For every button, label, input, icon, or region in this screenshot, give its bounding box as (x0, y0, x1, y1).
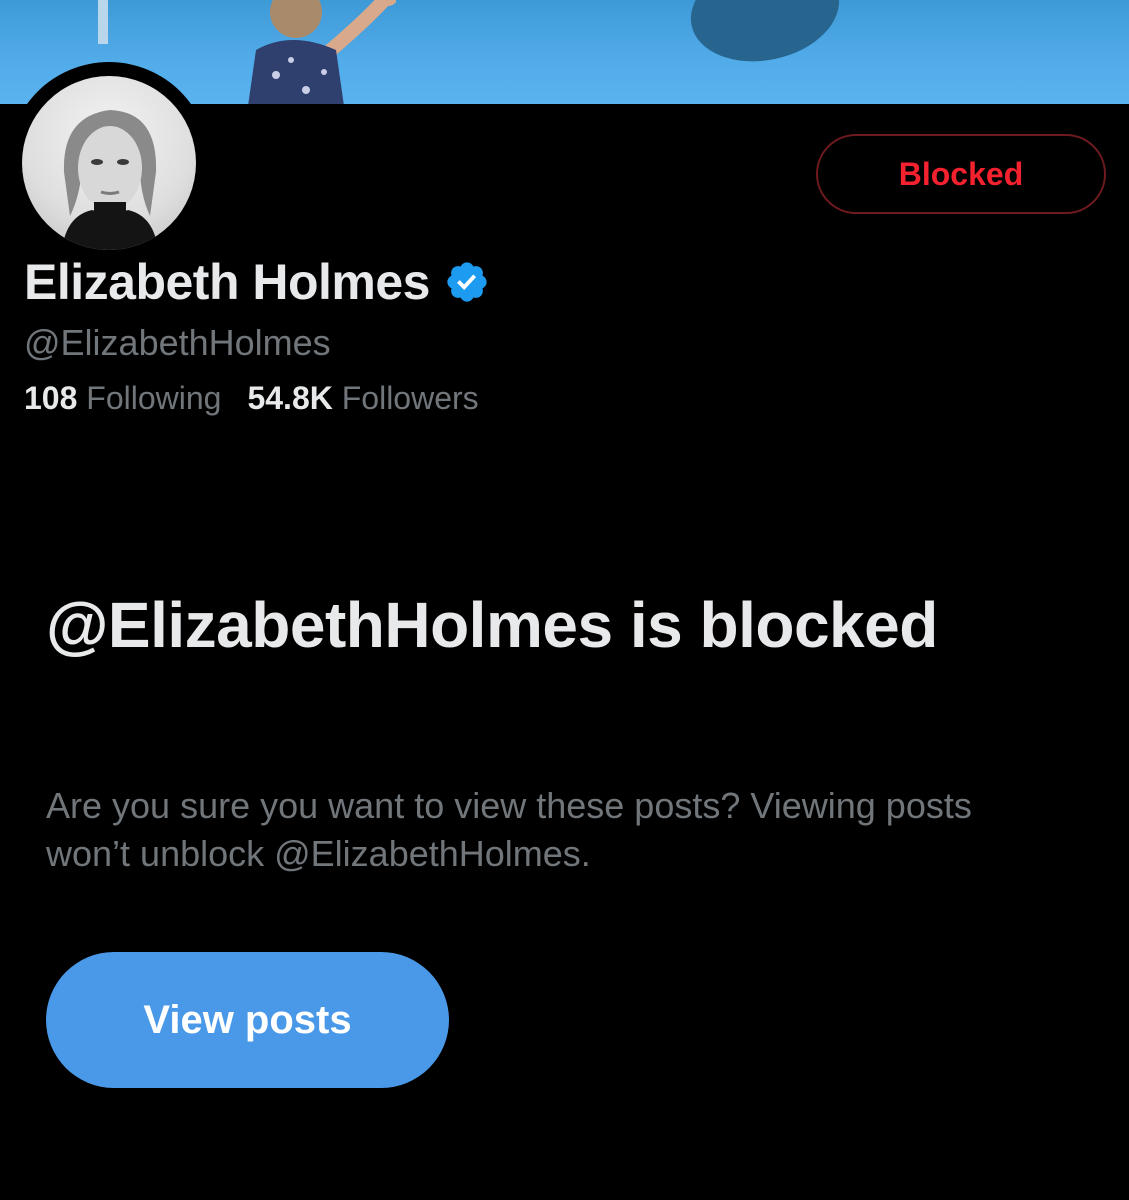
display-name: Elizabeth Holmes (24, 254, 431, 310)
banner-child-figure (248, 0, 396, 104)
blocked-button[interactable]: Blocked (816, 134, 1106, 214)
banner-whale-shape (681, 0, 849, 75)
blocked-description: Are you sure you want to view these post… (46, 785, 972, 874)
followers-count: 54.8K (247, 380, 333, 416)
following-label: Following (86, 380, 222, 416)
followers-link[interactable]: 54.8K Followers (247, 380, 478, 417)
avatar-portrait (62, 110, 158, 250)
profile-page: Blocked Elizabeth Holmes @ElizabethHolme… (0, 0, 1129, 1200)
following-count: 108 (24, 380, 78, 416)
banner-window-frame (98, 0, 108, 44)
verified-badge-icon[interactable] (444, 259, 490, 305)
blocked-heading: @ElizabethHolmes is blocked (46, 589, 938, 661)
view-posts-button[interactable]: View posts (46, 952, 449, 1088)
profile-name-row: Elizabeth Holmes (24, 250, 490, 314)
following-link[interactable]: 108 Following (24, 380, 221, 417)
followers-label: Followers (341, 380, 479, 416)
profile-handle: @ElizabethHolmes (24, 322, 331, 363)
avatar[interactable] (22, 76, 196, 250)
profile-stats: 108 Following 54.8K Followers (24, 380, 479, 417)
